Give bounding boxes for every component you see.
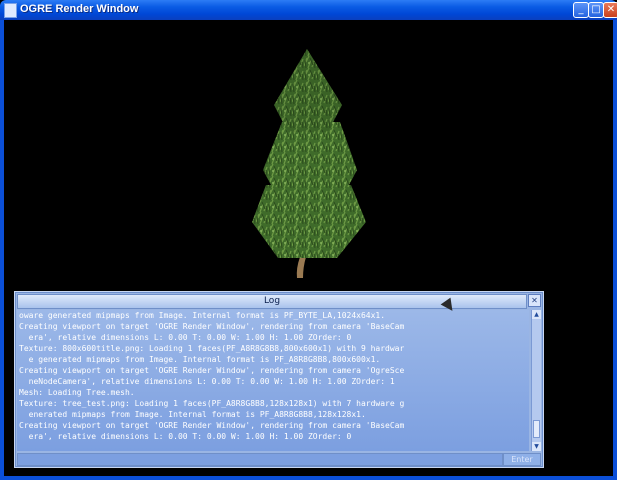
window-frame-bottom (0, 476, 617, 480)
scroll-up-arrow-icon[interactable]: ▲ (532, 310, 541, 319)
minimize-button[interactable]: _ (573, 2, 589, 18)
log-line: era', relative dimensions L: 0.00 T: 0.0… (19, 333, 352, 342)
log-line: era', relative dimensions L: 0.00 T: 0.0… (19, 432, 352, 441)
command-input[interactable] (17, 453, 503, 466)
log-line: Texture: tree_test.png: Loading 1 faces(… (19, 399, 405, 408)
app-icon (4, 3, 17, 18)
scroll-thumb[interactable] (533, 420, 540, 438)
log-line: neNodeCamera', relative dimensions L: 0.… (19, 377, 395, 386)
log-text-area[interactable]: oware generated mipmaps from Image. Inte… (17, 310, 529, 451)
window-frame-right (613, 20, 617, 480)
log-line: e generated mipmaps from Image. Internal… (19, 355, 381, 364)
log-line: enerated mipmaps from Image. Internal fo… (19, 410, 366, 419)
log-close-button[interactable]: ✕ (528, 294, 541, 307)
scroll-down-arrow-icon[interactable]: ▼ (532, 442, 541, 451)
window-titlebar[interactable]: OGRE Render Window _ □ ✕ (0, 0, 617, 20)
log-line: oware generated mipmaps from Image. Inte… (19, 311, 386, 320)
maximize-button[interactable]: □ (588, 2, 604, 18)
log-line: Creating viewport on target 'OGRE Render… (19, 366, 405, 375)
log-line: Texture: 800x600title.png: Loading 1 fac… (19, 344, 405, 353)
close-button[interactable]: ✕ (603, 2, 617, 18)
log-scrollbar[interactable]: ▲ ▼ (531, 310, 541, 451)
log-line: Creating viewport on target 'OGRE Render… (19, 322, 405, 331)
enter-button[interactable]: Enter (503, 453, 541, 466)
window-title: OGRE Render Window (20, 3, 139, 15)
log-line: Creating viewport on target 'OGRE Render… (19, 421, 405, 430)
log-panel: Log ✕ oware generated mipmaps from Image… (14, 291, 544, 468)
log-line: Mesh: Loading Tree.mesh. (19, 388, 135, 397)
